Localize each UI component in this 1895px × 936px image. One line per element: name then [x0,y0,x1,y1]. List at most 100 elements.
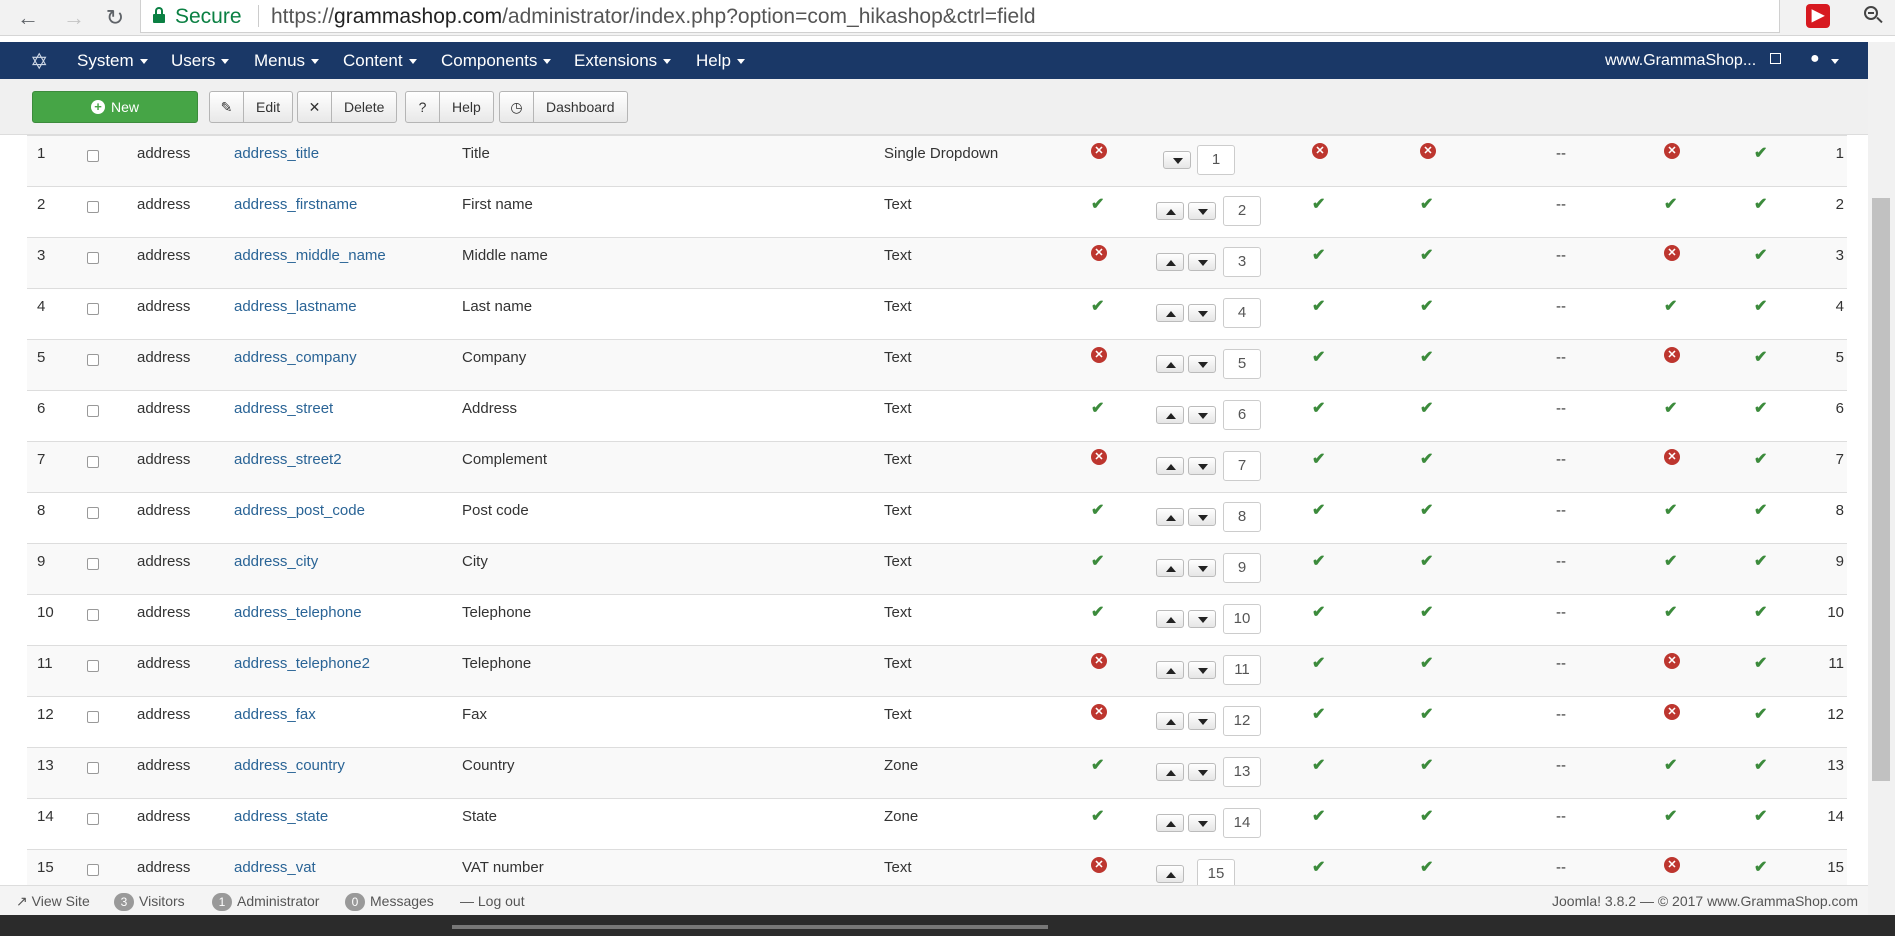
listing-cross-circle-icon[interactable]: ✕ [1664,143,1680,159]
vertical-scroll-thumb[interactable] [1872,198,1890,781]
order-input[interactable]: 5 [1223,349,1261,379]
move-up-icon[interactable] [1156,610,1184,628]
listing-cross-circle-icon[interactable]: ✕ [1664,347,1680,363]
published-check-icon[interactable]: ✔ [1754,857,1767,877]
column-name-link[interactable]: address_street2 [234,451,342,468]
move-down-icon[interactable] [1188,814,1216,832]
order-input[interactable]: 12 [1223,706,1261,736]
row-checkbox[interactable] [87,405,99,417]
move-down-icon[interactable] [1188,508,1216,526]
visitors-link[interactable]: 3 Visitors [114,893,185,911]
frontend-check-icon[interactable]: ✔ [1312,755,1325,775]
listing-check-icon[interactable]: ✔ [1664,806,1677,826]
frontend-check-icon[interactable]: ✔ [1312,857,1325,877]
column-name-link[interactable]: address_street [234,400,333,417]
column-name-link[interactable]: address_telephone2 [234,655,370,672]
listing-check-icon[interactable]: ✔ [1664,755,1677,775]
required-cross-circle-icon[interactable]: ✕ [1091,857,1107,873]
listing-cross-circle-icon[interactable]: ✕ [1664,704,1680,720]
backend-check-icon[interactable]: ✔ [1420,806,1433,826]
move-down-icon[interactable] [1188,202,1216,220]
extension-icon[interactable]: ▶ [1806,4,1830,28]
order-input[interactable]: 6 [1223,400,1261,430]
order-input[interactable]: 14 [1223,808,1261,838]
menu-system[interactable]: System [77,42,148,79]
backend-check-icon[interactable]: ✔ [1420,449,1433,469]
url-text[interactable]: https://grammashop.com/administrator/ind… [271,5,1036,29]
new-button[interactable]: + New [32,91,198,123]
forward-arrow-icon[interactable]: → [60,4,88,32]
edit-button[interactable]: ✎ Edit [209,91,294,123]
required-check-icon[interactable]: ✔ [1091,398,1104,418]
column-name-link[interactable]: address_city [234,553,318,570]
move-up-icon[interactable] [1156,661,1184,679]
backend-check-icon[interactable]: ✔ [1420,653,1433,673]
row-checkbox[interactable] [87,864,99,876]
site-link[interactable]: www.GrammaShop... [1605,42,1756,79]
published-check-icon[interactable]: ✔ [1754,449,1767,469]
row-checkbox[interactable] [87,456,99,468]
frontend-check-icon[interactable]: ✔ [1312,194,1325,214]
frontend-check-icon[interactable]: ✔ [1312,602,1325,622]
user-icon[interactable]: ● [1810,50,1820,68]
move-down-icon[interactable] [1188,457,1216,475]
dashboard-button[interactable]: ◷ Dashboard [499,91,628,123]
backend-check-icon[interactable]: ✔ [1420,500,1433,520]
row-checkbox[interactable] [87,762,99,774]
menu-users[interactable]: Users [171,42,229,79]
column-name-link[interactable]: address_firstname [234,196,357,213]
row-checkbox[interactable] [87,507,99,519]
order-input[interactable]: 15 [1197,859,1235,885]
column-name-link[interactable]: address_middle_name [234,247,386,264]
column-name-link[interactable]: address_company [234,349,357,366]
move-down-icon[interactable] [1163,151,1191,169]
listing-check-icon[interactable]: ✔ [1664,194,1677,214]
published-check-icon[interactable]: ✔ [1754,245,1767,265]
listing-check-icon[interactable]: ✔ [1664,500,1677,520]
published-check-icon[interactable]: ✔ [1754,602,1767,622]
required-check-icon[interactable]: ✔ [1091,296,1104,316]
frontend-check-icon[interactable]: ✔ [1312,296,1325,316]
order-input[interactable]: 13 [1223,757,1261,787]
view-site-link[interactable]: ↗ View Site [16,893,90,910]
backend-check-icon[interactable]: ✔ [1420,296,1433,316]
move-up-icon[interactable] [1156,712,1184,730]
row-checkbox[interactable] [87,711,99,723]
address-bar[interactable]: Secure https://grammashop.com/administra… [140,0,1883,33]
move-up-icon[interactable] [1156,559,1184,577]
row-checkbox[interactable] [87,303,99,315]
move-down-icon[interactable] [1188,559,1216,577]
required-check-icon[interactable]: ✔ [1091,194,1104,214]
frontend-check-icon[interactable]: ✔ [1312,551,1325,571]
back-arrow-icon[interactable]: ← [14,4,42,32]
order-input[interactable]: 9 [1223,553,1261,583]
backend-check-icon[interactable]: ✔ [1420,398,1433,418]
required-cross-circle-icon[interactable]: ✕ [1091,449,1107,465]
move-up-icon[interactable] [1156,202,1184,220]
backend-check-icon[interactable]: ✔ [1420,245,1433,265]
published-check-icon[interactable]: ✔ [1754,755,1767,775]
move-up-icon[interactable] [1156,865,1184,883]
order-input[interactable]: 4 [1223,298,1261,328]
listing-cross-circle-icon[interactable]: ✕ [1664,653,1680,669]
column-name-link[interactable]: address_title [234,145,319,162]
order-input[interactable]: 10 [1223,604,1261,634]
move-up-icon[interactable] [1156,253,1184,271]
listing-cross-circle-icon[interactable]: ✕ [1664,245,1680,261]
backend-cross-circle-icon[interactable]: ✕ [1420,143,1436,159]
required-cross-circle-icon[interactable]: ✕ [1091,653,1107,669]
move-down-icon[interactable] [1188,610,1216,628]
required-cross-circle-icon[interactable]: ✕ [1091,245,1107,261]
row-checkbox[interactable] [87,150,99,162]
column-name-link[interactable]: address_state [234,808,328,825]
listing-cross-circle-icon[interactable]: ✕ [1664,857,1680,873]
move-up-icon[interactable] [1156,355,1184,373]
menu-menus[interactable]: Menus [254,42,319,79]
frontend-check-icon[interactable]: ✔ [1312,347,1325,367]
listing-check-icon[interactable]: ✔ [1664,398,1677,418]
listing-check-icon[interactable]: ✔ [1664,296,1677,316]
required-check-icon[interactable]: ✔ [1091,755,1104,775]
move-up-icon[interactable] [1156,814,1184,832]
administrator-link[interactable]: 1 Administrator [212,893,319,911]
required-check-icon[interactable]: ✔ [1091,602,1104,622]
